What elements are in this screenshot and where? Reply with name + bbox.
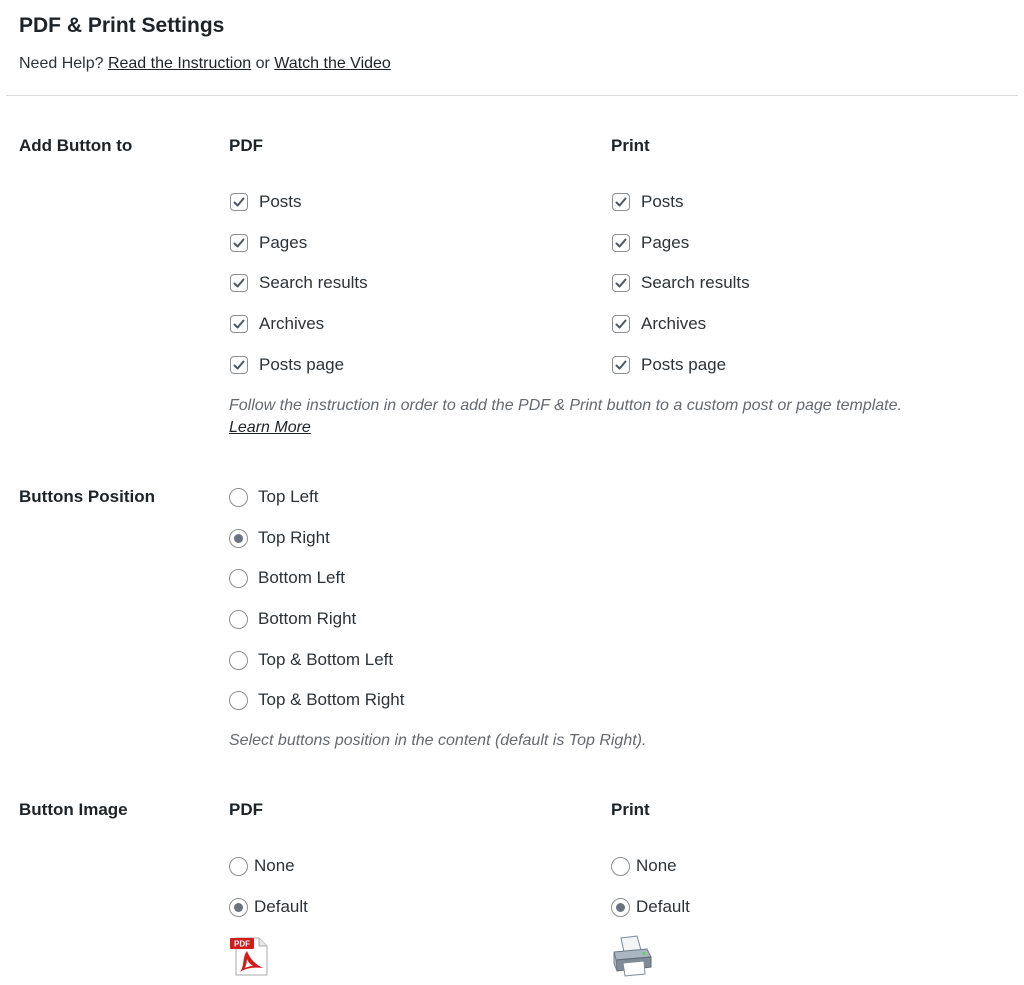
radio-selected-dot [234,902,243,912]
button-image-label: Button Image [19,800,128,819]
position-bottom-left-radio[interactable]: Bottom Left [229,566,345,590]
checkbox-box[interactable] [612,274,630,292]
help-or: or [255,55,270,72]
print-column-heading: Print [611,136,650,155]
print-posts-page-checkbox[interactable]: Posts page [612,353,726,377]
learn-more-line: Learn More [229,419,311,437]
position-top-bottom-right-radio[interactable]: Top & Bottom Right [229,688,404,712]
buttons-position-description: Select buttons position in the content (… [229,732,647,749]
radio-circle[interactable] [229,528,248,548]
radio-selected-dot [234,533,243,543]
radio-circle[interactable] [229,609,248,629]
checkmark-icon [233,238,245,248]
position-top-right-radio[interactable]: Top Right [229,526,330,550]
pdf-image-heading: PDF [229,800,263,819]
settings-page: PDF & Print Settings Need Help? Read the… [0,0,1024,985]
pdf-image-default-radio[interactable]: Default [229,895,308,919]
pdf-icon-text: PDF [234,940,250,949]
pdf-file-icon: PDF [230,937,268,976]
checkmark-icon [615,238,627,248]
checkbox-box[interactable] [230,274,248,292]
position-bottom-right-radio[interactable]: Bottom Right [229,607,356,631]
print-posts-checkbox[interactable]: Posts [612,190,684,214]
option-label: Top & Bottom Right [258,690,405,709]
checkmark-icon [233,278,245,288]
option-label: Top Right [258,528,330,547]
radio-circle[interactable] [229,487,248,507]
checkmark-icon [233,197,245,207]
option-label: Search results [259,273,368,292]
header-divider [6,95,1018,96]
pdf-archives-checkbox[interactable]: Archives [230,312,324,336]
print-image-none-radio[interactable]: None [611,854,677,878]
option-label: None [636,856,677,875]
option-label: Pages [259,233,308,252]
pdf-search-results-checkbox[interactable]: Search results [230,271,368,295]
print-archives-checkbox[interactable]: Archives [612,312,706,336]
print-image-default-radio[interactable]: Default [611,895,690,919]
watch-video-link[interactable]: Watch the Video [274,55,391,72]
position-top-bottom-left-radio[interactable]: Top & Bottom Left [229,648,393,672]
checkmark-icon [615,319,627,329]
pdf-posts-page-checkbox[interactable]: Posts page [230,353,344,377]
option-label: Archives [259,314,325,333]
option-label: Archives [641,314,707,333]
option-label: Posts [259,192,302,211]
help-line: Need Help? Read the Instruction or Watch… [19,55,391,73]
option-label: Bottom Left [258,568,345,587]
checkbox-box[interactable] [230,356,248,374]
checkmark-icon [615,278,627,288]
pdf-column-heading: PDF [229,136,263,155]
radio-selected-dot [616,902,625,912]
checkbox-box[interactable] [230,315,248,333]
read-instruction-link[interactable]: Read the Instruction [108,55,251,72]
radio-circle[interactable] [229,568,248,588]
radio-circle[interactable] [229,856,248,876]
checkmark-icon [615,197,627,207]
radio-circle[interactable] [229,650,248,670]
checkbox-box[interactable] [230,234,248,252]
checkbox-box[interactable] [230,193,248,211]
option-label: Search results [641,273,750,292]
printer-icon [613,935,652,977]
checkmark-icon [233,360,245,370]
option-label: None [254,856,295,875]
page-title: PDF & Print Settings [19,14,225,37]
radio-circle[interactable] [611,897,630,917]
position-top-left-radio[interactable]: Top Left [229,485,319,509]
help-prefix: Need Help? [19,55,104,72]
pdf-pages-checkbox[interactable]: Pages [230,231,307,255]
radio-circle[interactable] [229,690,248,710]
option-label: Posts page [641,355,727,374]
add-button-description: Follow the instruction in order to add t… [229,397,902,414]
option-label: Default [254,897,308,916]
checkmark-icon [233,319,245,329]
print-image-heading: Print [611,800,650,819]
option-label: Top Left [258,487,319,506]
option-label: Pages [641,233,690,252]
add-button-to-label: Add Button to [19,136,133,155]
option-label: Default [636,897,690,916]
pdf-posts-checkbox[interactable]: Posts [230,190,302,214]
pdf-image-none-radio[interactable]: None [229,854,295,878]
print-pages-checkbox[interactable]: Pages [612,231,689,255]
checkbox-box[interactable] [612,356,630,374]
option-label: Bottom Right [258,609,357,628]
print-search-results-checkbox[interactable]: Search results [612,271,750,295]
checkbox-box[interactable] [612,193,630,211]
radio-circle[interactable] [611,856,630,876]
learn-more-link[interactable]: Learn More [229,419,311,436]
checkmark-icon [615,360,627,370]
radio-circle[interactable] [229,897,248,917]
checkbox-box[interactable] [612,234,630,252]
checkbox-box[interactable] [612,315,630,333]
option-label: Posts page [259,355,345,374]
buttons-position-label: Buttons Position [19,487,155,506]
option-label: Posts [641,192,684,211]
option-label: Top & Bottom Left [258,650,394,669]
